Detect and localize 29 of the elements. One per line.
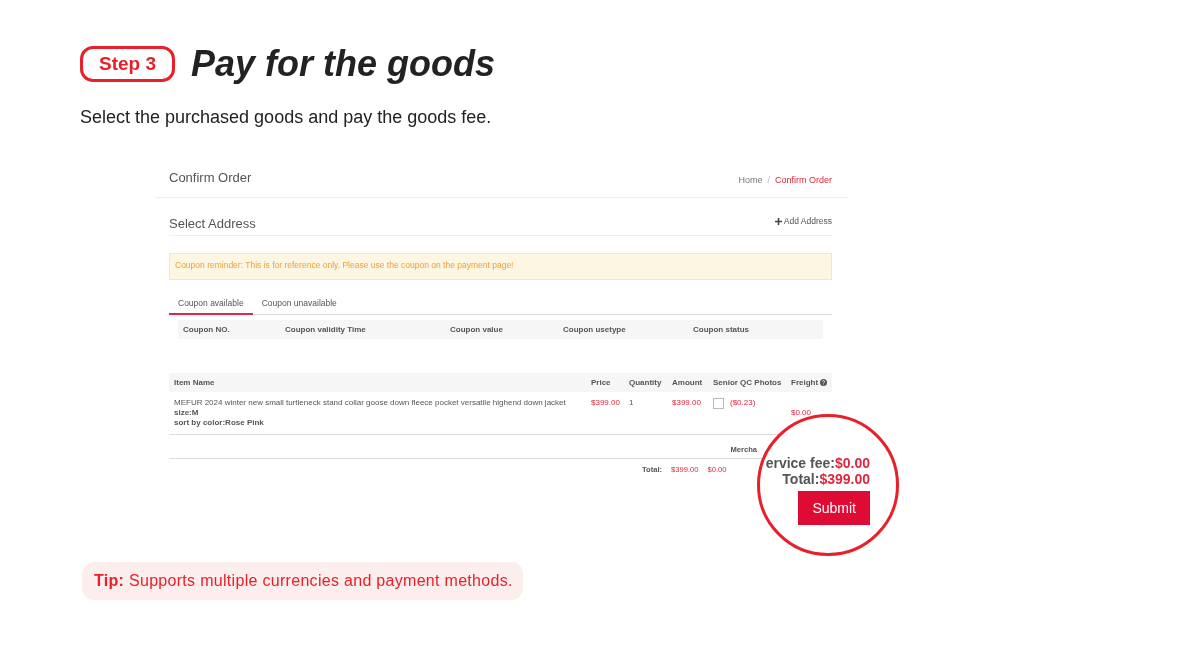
section-title: Select Address xyxy=(169,216,256,231)
tip-text: Tip: Supports multiple currencies and payment methods. xyxy=(82,562,523,600)
coupon-notice: Coupon reminder: This is for reference only. Please use the coupon on the payment page! xyxy=(169,253,832,280)
items-table-header: Item Name Price Quantity Amount Senior QC Photos Freight xyxy=(169,373,832,392)
item-name: MEFUR 2024 winter new small turtleneck stand collar goose down fleece pocket versatile highend down jacket xyxy=(174,398,567,407)
qc-price: ($0.23) xyxy=(730,398,756,407)
qc-checkbox[interactable] xyxy=(713,398,724,409)
add-address-link[interactable]: Add Address xyxy=(774,216,832,226)
item-color: sort by color:Rose Pink xyxy=(174,418,265,427)
order-total: Total:$399.00 xyxy=(782,471,870,487)
step-badge: Step 3 xyxy=(80,46,176,82)
help-icon xyxy=(820,379,828,386)
coupon-tab[interactable]: Coupon available xyxy=(169,294,253,315)
breadcrumb-link[interactable]: Confirm Order xyxy=(775,175,832,185)
coupon-table-header: Coupon NO. Coupon validity Time Coupon value Coupon usetype Coupon status xyxy=(178,320,823,339)
item-price: $399.00 xyxy=(591,398,620,407)
step-title: Pay for the goods xyxy=(191,43,496,85)
step-description: Select the purchased goods and pay the goods fee. xyxy=(80,107,493,128)
coupon-tab[interactable]: Coupon unavailable xyxy=(252,294,346,315)
item-size: size:M xyxy=(174,408,200,417)
breadcrumb-separator: / xyxy=(767,175,770,185)
item-quantity: 1 xyxy=(629,398,634,407)
breadcrumb-link[interactable]: Home xyxy=(738,175,763,185)
service-fee: ervice fee:$0.00 xyxy=(765,455,870,471)
plus-icon xyxy=(774,217,782,225)
item-freight: $0.00 xyxy=(791,408,812,417)
submit-button[interactable]: Submit xyxy=(798,491,870,525)
item-amount: $399.00 xyxy=(672,398,701,407)
page-title: Confirm Order xyxy=(169,170,252,185)
